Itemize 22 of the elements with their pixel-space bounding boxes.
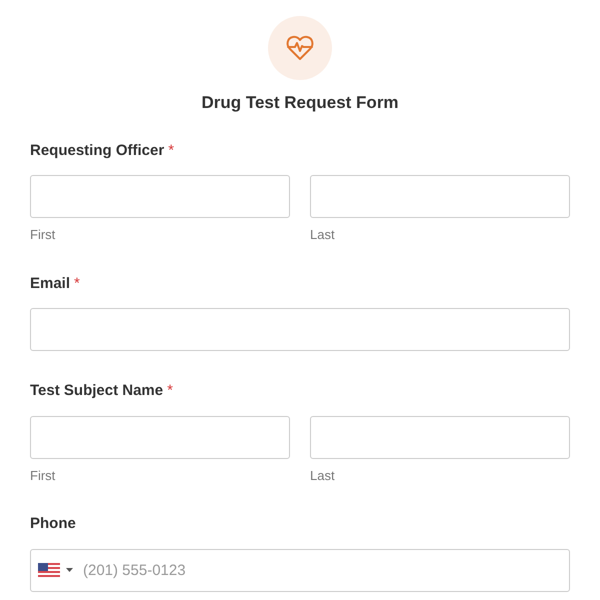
field-label: Email: [30, 274, 70, 294]
email-input[interactable]: [30, 308, 570, 351]
required-mark: *: [74, 274, 80, 294]
required-mark: *: [168, 140, 174, 160]
sub-label: First: [30, 466, 56, 484]
form-title: Drug Test Request Form: [201, 92, 399, 114]
caret-icon: [66, 568, 73, 572]
text-input[interactable]: [30, 416, 290, 458]
country-picker[interactable]: [38, 562, 73, 576]
sub-label: First: [30, 226, 56, 244]
text-input[interactable]: [310, 416, 570, 458]
sub-label: Last: [310, 466, 336, 484]
field-label: Requesting Officer: [30, 140, 164, 160]
field-label: Phone: [30, 514, 76, 534]
phone-input[interactable]: (201) 555-0123: [30, 548, 570, 592]
heartbeat-icon: [285, 35, 315, 61]
sub-label: Last: [310, 226, 336, 244]
required-mark: *: [167, 381, 173, 401]
flag-icon: [38, 562, 60, 576]
text-input[interactable]: [30, 175, 290, 218]
text-input[interactable]: [310, 175, 570, 218]
field-label: Test Subject Name: [30, 381, 164, 401]
